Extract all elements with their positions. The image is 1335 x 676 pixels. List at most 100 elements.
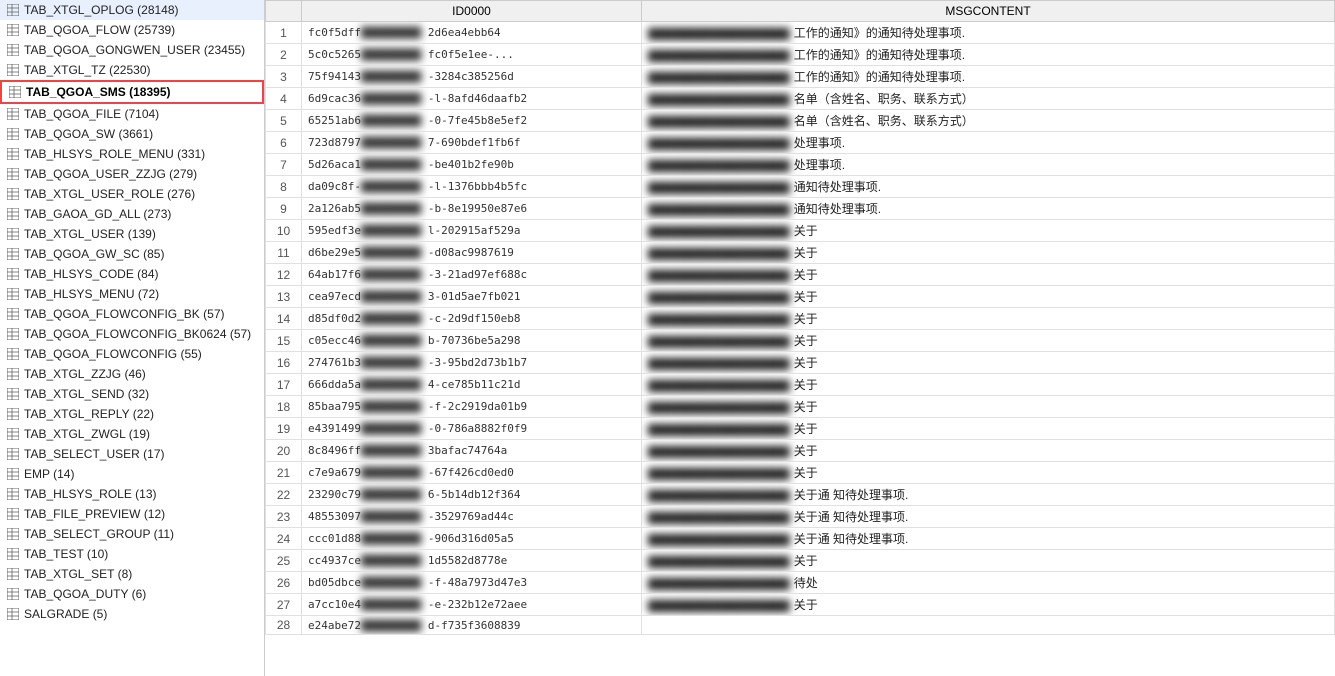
table-row[interactable]: 1885baa795██████████ -f-2c2919da01b9████… — [266, 396, 1335, 418]
table-row[interactable]: 19e4391499██████████ -0-786a8882f0f9████… — [266, 418, 1335, 440]
row-id: 723d8797██████████ 7-690bdef1fb6f — [302, 132, 642, 154]
sidebar-item-10[interactable]: TAB_GAOA_GD_ALL (273) — [0, 204, 264, 224]
sidebar-item-22[interactable]: TAB_SELECT_USER (17) — [0, 444, 264, 464]
row-msg: ████████████████████通知待处理事项. — [642, 176, 1335, 198]
row-msg: ████████████████████关于 — [642, 308, 1335, 330]
table-icon — [6, 367, 20, 381]
table-row[interactable]: 11d6be29e5██████████ -d08ac9987619██████… — [266, 242, 1335, 264]
sidebar-item-2[interactable]: TAB_QGOA_GONGWEN_USER (23455) — [0, 40, 264, 60]
sidebar-item-25[interactable]: TAB_FILE_PREVIEW (12) — [0, 504, 264, 524]
table-row[interactable]: 75d26aca1██████████ -be401b2fe90b███████… — [266, 154, 1335, 176]
table-row[interactable]: 16274761b3██████████ -3-95bd2d73b1b7████… — [266, 352, 1335, 374]
sidebar-item-3[interactable]: TAB_XTGL_TZ (22530) — [0, 60, 264, 80]
row-msg: ████████████████████处理事项. — [642, 132, 1335, 154]
sidebar-item-5[interactable]: TAB_QGOA_FILE (7104) — [0, 104, 264, 124]
sidebar-item-label: TAB_QGOA_FLOWCONFIG (55) — [24, 347, 202, 361]
sidebar-item-30[interactable]: SALGRADE (5) — [0, 604, 264, 624]
sidebar-item-29[interactable]: TAB_QGOA_DUTY (6) — [0, 584, 264, 604]
col-header-id: ID0000 — [302, 1, 642, 22]
row-num: 21 — [266, 462, 302, 484]
table-row[interactable]: 28e24abe72██████████ d-f735f3608839 — [266, 616, 1335, 635]
table-row[interactable]: 208c8496ff██████████ 3bafac74764a███████… — [266, 440, 1335, 462]
sidebar-item-16[interactable]: TAB_QGOA_FLOWCONFIG_BK0624 (57) — [0, 324, 264, 344]
row-msg: ████████████████████工作的通知》的通知待处理事项. — [642, 44, 1335, 66]
table-row[interactable]: 1fc0f5dff██████████ 2d6ea4ebb64█████████… — [266, 22, 1335, 44]
table-wrapper[interactable]: ID0000 MSGCONTENT 1fc0f5dff██████████ 2d… — [265, 0, 1335, 676]
sidebar-item-label: TAB_HLSYS_MENU (72) — [24, 287, 159, 301]
row-num: 17 — [266, 374, 302, 396]
sidebar-item-17[interactable]: TAB_QGOA_FLOWCONFIG (55) — [0, 344, 264, 364]
row-num: 11 — [266, 242, 302, 264]
row-num: 27 — [266, 594, 302, 616]
sidebar-item-1[interactable]: TAB_QGOA_FLOW (25739) — [0, 20, 264, 40]
sidebar-item-23[interactable]: EMP (14) — [0, 464, 264, 484]
sidebar-item-24[interactable]: TAB_HLSYS_ROLE (13) — [0, 484, 264, 504]
sidebar-item-19[interactable]: TAB_XTGL_SEND (32) — [0, 384, 264, 404]
table-row[interactable]: 2223290c79██████████ 6-5b14db12f364█████… — [266, 484, 1335, 506]
row-msg: ████████████████████关于 — [642, 550, 1335, 572]
sidebar-item-label: TAB_SELECT_GROUP (11) — [24, 527, 174, 541]
sidebar-item-12[interactable]: TAB_QGOA_GW_SC (85) — [0, 244, 264, 264]
sidebar-item-18[interactable]: TAB_XTGL_ZZJG (46) — [0, 364, 264, 384]
row-msg: ████████████████████关于 — [642, 594, 1335, 616]
row-id: 64ab17f6██████████ -3-21ad97ef688c — [302, 264, 642, 286]
sidebar-item-9[interactable]: TAB_XTGL_USER_ROLE (276) — [0, 184, 264, 204]
sidebar-item-4[interactable]: TAB_QGOA_SMS (18395) — [0, 80, 264, 104]
table-row[interactable]: 8da09c8f-██████████ -l-1376bbb4b5fc█████… — [266, 176, 1335, 198]
table-row[interactable]: 13cea97ecd██████████ 3-01d5ae7fb021█████… — [266, 286, 1335, 308]
table-icon — [6, 23, 20, 37]
table-icon — [6, 267, 20, 281]
sidebar-item-8[interactable]: TAB_QGOA_USER_ZZJG (279) — [0, 164, 264, 184]
table-row[interactable]: 92a126ab5██████████ -b-8e19950e87e6█████… — [266, 198, 1335, 220]
table-row[interactable]: 24ccc01d88██████████ -906d316d05a5██████… — [266, 528, 1335, 550]
sidebar-item-label: TAB_XTGL_SET (8) — [24, 567, 132, 581]
table-row[interactable]: 25cc4937ce██████████ 1d5582d8778e███████… — [266, 550, 1335, 572]
table-icon — [6, 607, 20, 621]
sidebar-item-15[interactable]: TAB_QGOA_FLOWCONFIG_BK (57) — [0, 304, 264, 324]
sidebar-item-label: TAB_XTGL_OPLOG (28148) — [24, 3, 179, 17]
table-row[interactable]: 26bd05dbce██████████ -f-48a7973d47e3████… — [266, 572, 1335, 594]
sidebar-item-6[interactable]: TAB_QGOA_SW (3661) — [0, 124, 264, 144]
table-row[interactable]: 25c0c5265██████████ fc0f5e1ee-...███████… — [266, 44, 1335, 66]
row-id: 6d9cac36██████████ -l-8afd46daafb2 — [302, 88, 642, 110]
sidebar-item-0[interactable]: TAB_XTGL_OPLOG (28148) — [0, 0, 264, 20]
row-id: 65251ab6██████████ -0-7fe45b8e5ef2 — [302, 110, 642, 132]
table-row[interactable]: 27a7cc10e4██████████ -e-232b12e72aee████… — [266, 594, 1335, 616]
sidebar-item-20[interactable]: TAB_XTGL_REPLY (22) — [0, 404, 264, 424]
sidebar-item-label: TAB_QGOA_USER_ZZJG (279) — [24, 167, 197, 181]
table-row[interactable]: 14d85df0d2██████████ -c-2d9df150eb8█████… — [266, 308, 1335, 330]
sidebar-item-14[interactable]: TAB_HLSYS_MENU (72) — [0, 284, 264, 304]
sidebar-item-label: TAB_XTGL_SEND (32) — [24, 387, 149, 401]
row-id: 23290c79██████████ 6-5b14db12f364 — [302, 484, 642, 506]
row-id: bd05dbce██████████ -f-48a7973d47e3 — [302, 572, 642, 594]
sidebar-item-28[interactable]: TAB_XTGL_SET (8) — [0, 564, 264, 584]
sidebar-item-11[interactable]: TAB_XTGL_USER (139) — [0, 224, 264, 244]
table-row[interactable]: 6723d8797██████████ 7-690bdef1fb6f██████… — [266, 132, 1335, 154]
row-num: 6 — [266, 132, 302, 154]
table-icon — [6, 227, 20, 241]
table-icon — [6, 247, 20, 261]
table-row[interactable]: 375f94143██████████ -3284c385256d███████… — [266, 66, 1335, 88]
row-num: 16 — [266, 352, 302, 374]
row-num: 7 — [266, 154, 302, 176]
table-row[interactable]: 46d9cac36██████████ -l-8afd46daafb2█████… — [266, 88, 1335, 110]
table-row[interactable]: 17666dda5a██████████ 4-ce785b11c21d█████… — [266, 374, 1335, 396]
table-row[interactable]: 10595edf3e██████████ l-202915af529a█████… — [266, 220, 1335, 242]
table-row[interactable]: 2348553097██████████ -3529769ad44c██████… — [266, 506, 1335, 528]
sidebar-item-26[interactable]: TAB_SELECT_GROUP (11) — [0, 524, 264, 544]
row-id: c05ecc46██████████ b-70736be5a298 — [302, 330, 642, 352]
row-msg: ████████████████████关于 — [642, 440, 1335, 462]
table-row[interactable]: 565251ab6██████████ -0-7fe45b8e5ef2█████… — [266, 110, 1335, 132]
sidebar-item-7[interactable]: TAB_HLSYS_ROLE_MENU (331) — [0, 144, 264, 164]
table-row[interactable]: 1264ab17f6██████████ -3-21ad97ef688c████… — [266, 264, 1335, 286]
sidebar-item-27[interactable]: TAB_TEST (10) — [0, 544, 264, 564]
table-row[interactable]: 21c7e9a679██████████ -67f426cd0ed0██████… — [266, 462, 1335, 484]
row-msg: ████████████████████关于 — [642, 374, 1335, 396]
table-icon — [6, 547, 20, 561]
table-row[interactable]: 15c05ecc46██████████ b-70736be5a298█████… — [266, 330, 1335, 352]
row-id: 666dda5a██████████ 4-ce785b11c21d — [302, 374, 642, 396]
row-num: 3 — [266, 66, 302, 88]
sidebar-item-13[interactable]: TAB_HLSYS_CODE (84) — [0, 264, 264, 284]
row-id: c7e9a679██████████ -67f426cd0ed0 — [302, 462, 642, 484]
sidebar-item-21[interactable]: TAB_XTGL_ZWGL (19) — [0, 424, 264, 444]
